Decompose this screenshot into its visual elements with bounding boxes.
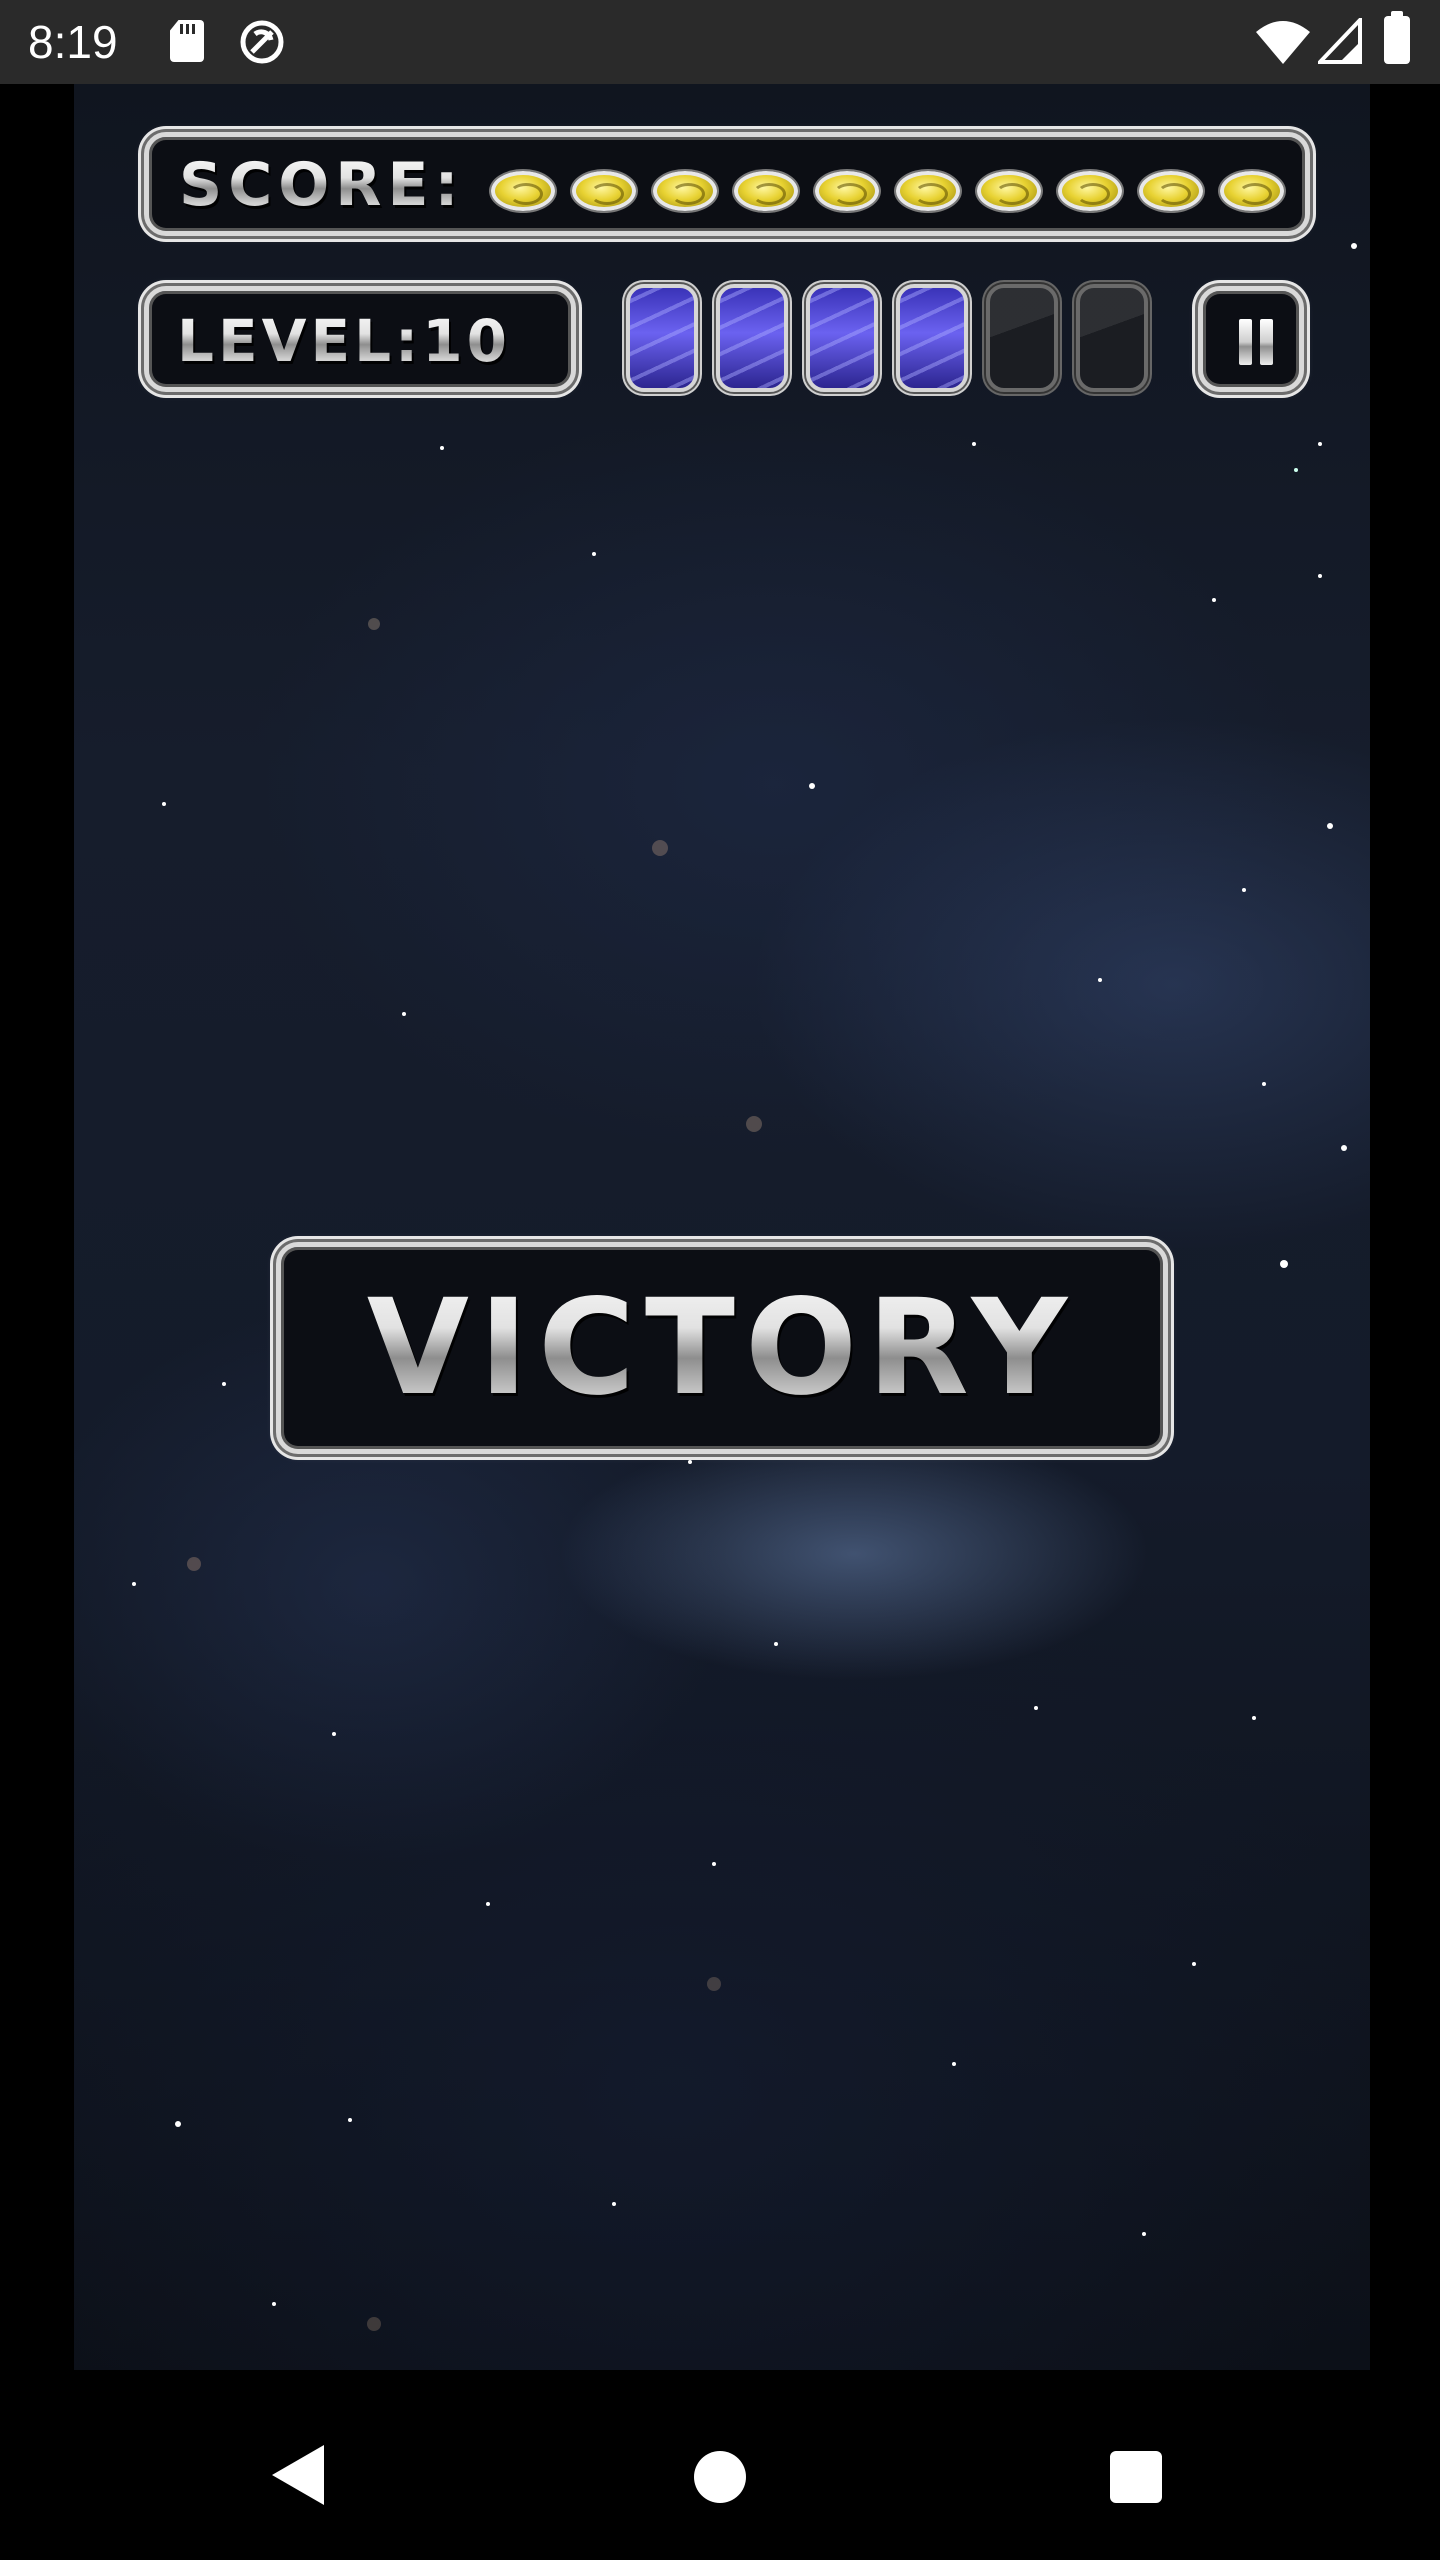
score-coin-icon [896,171,960,211]
energy-meter [626,284,1148,392]
energy-cell-full [716,284,788,392]
energy-cell-full [896,284,968,392]
wifi-icon [1256,21,1310,64]
score-coin-icon [1058,171,1122,211]
energy-cell-empty [1076,284,1148,392]
energy-cell-empty [986,284,1058,392]
score-coin-icon [1139,171,1203,211]
score-coins [491,171,1284,211]
pause-button[interactable] [1198,286,1304,392]
score-coin-icon [1220,171,1284,211]
score-coin-icon [653,171,717,211]
score-coin-icon [734,171,798,211]
score-coin-icon [572,171,636,211]
home-icon[interactable] [694,2451,746,2503]
score-label: SCORE: [179,150,465,220]
game-area[interactable]: SCORE: LEVEL:10 VICTORY [74,84,1370,2370]
sync-icon [240,20,284,64]
battery-icon [1384,11,1410,64]
score-panel: SCORE: [144,132,1310,236]
navigation-bar [0,2370,1440,2560]
victory-banner: VICTORY [276,1242,1168,1454]
score-coin-icon [977,171,1041,211]
space-background [132,243,1357,2331]
sd-card-icon [170,20,204,62]
cell-signal-icon [1318,18,1362,64]
level-panel: LEVEL:10 [144,286,576,392]
score-coin-icon [815,171,879,211]
status-time: 8:19 [28,16,118,68]
level-label: LEVEL:10 [177,307,511,375]
status-bar: 8:19 [0,0,1440,84]
energy-cell-full [626,284,698,392]
score-coin-icon [491,171,555,211]
victory-text: VICTORY [281,1247,1163,1449]
energy-cell-full [806,284,878,392]
pause-icon [1235,319,1277,365]
recents-icon[interactable] [1110,2451,1162,2503]
back-icon[interactable] [272,2445,324,2505]
